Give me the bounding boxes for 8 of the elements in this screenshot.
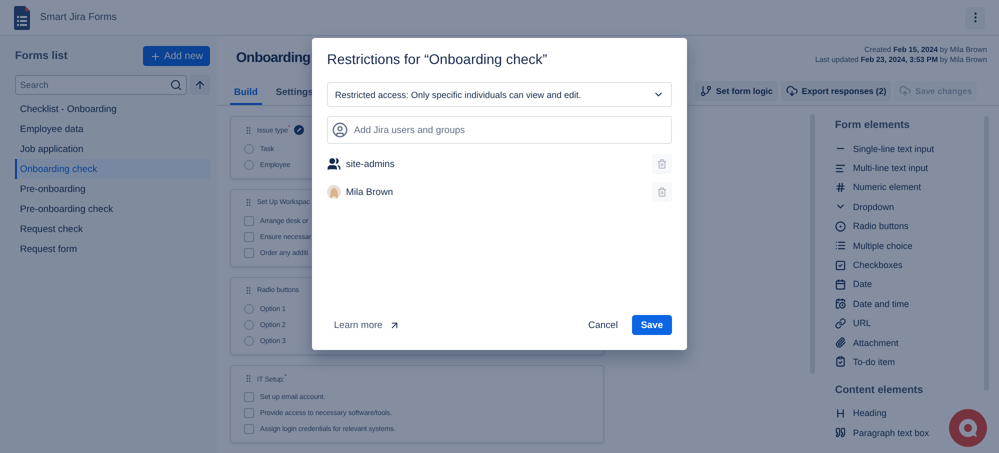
member-name: site-admins — [346, 158, 396, 170]
section-title: Form elements — [835, 119, 911, 131]
form-title: Onboarding — [236, 49, 310, 67]
sidebar-title: Forms list — [15, 50, 68, 62]
dialog-title: Restrictions for “Onboarding check” — [327, 51, 548, 67]
member-name: Mila Brown — [346, 186, 394, 198]
section-title: Content elements — [835, 384, 924, 396]
app-title: Smart Jira Forms — [40, 12, 118, 23]
